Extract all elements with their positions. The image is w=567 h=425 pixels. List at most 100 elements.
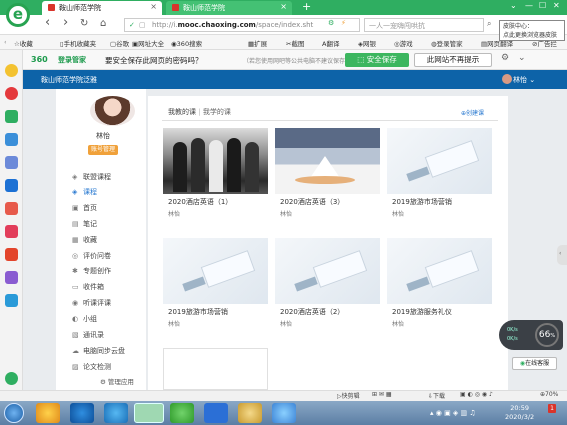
zoom-level[interactable]: ⊕70% — [540, 391, 558, 398]
nav-item-thesis-check[interactable]: ▨ 论文检测 — [72, 362, 111, 372]
toolbar-games[interactable]: ◎游戏 — [394, 38, 413, 48]
course-card[interactable]: 2019旅游市场营销 林怡 — [387, 128, 492, 223]
maximize-button[interactable]: ☐ — [539, 1, 546, 10]
mail-icon[interactable] — [5, 110, 18, 123]
course-title[interactable]: 2019旅游服务礼仪 — [392, 307, 452, 317]
pay-icon[interactable] — [5, 294, 18, 307]
user-avatar-small[interactable] — [502, 74, 512, 84]
gear-icon[interactable]: ⚙ — [501, 53, 509, 63]
course-title[interactable]: 2020酒店英语（1） — [168, 197, 232, 207]
search-input[interactable]: 一人一宠嗨闯哄抗 — [364, 18, 484, 32]
bookmark-google[interactable]: ▢谷歌 — [110, 38, 129, 48]
speed-icon[interactable]: ⚙ — [328, 19, 334, 27]
tab-2[interactable]: 鞍山师范学院 × — [166, 1, 292, 15]
taskbar-word-icon[interactable] — [204, 403, 228, 423]
secure-save-button[interactable]: ⬚ 安全保存 — [345, 53, 409, 67]
never-prompt-button[interactable]: 此网站不再提示 — [414, 53, 492, 67]
taskbar-cloud-icon[interactable] — [272, 403, 296, 423]
bookmark-url-directory[interactable]: ▣网址大全 — [132, 38, 164, 48]
notification-badge[interactable]: 1 — [548, 404, 556, 413]
course-card[interactable]: 2020酒店英语（1） 林怡 — [163, 128, 268, 223]
star-icon[interactable] — [5, 64, 18, 77]
nav-item-contacts[interactable]: ▧ 通讯录 — [72, 330, 104, 340]
course-title[interactable]: 2020酒店英语（2） — [280, 307, 344, 317]
collapse-handle[interactable]: ‹ — [557, 245, 567, 265]
tab-close-icon[interactable]: × — [150, 2, 157, 11]
tab-close-icon[interactable]: × — [280, 2, 287, 11]
nav-item-topic-creation[interactable]: ✱ 专题创作 — [72, 266, 111, 276]
user-menu[interactable]: 林怡 ⌄ — [513, 75, 535, 85]
toolbar-extensions[interactable]: ▦扩展 — [248, 38, 267, 48]
taskbar-app-icon[interactable] — [36, 403, 60, 423]
status-tools[interactable]: ▣ ◐ ◎ ◉ ♪ — [460, 391, 493, 398]
course-card[interactable]: 2020酒店英语（3） 林怡 — [275, 128, 380, 223]
toolbar-translate[interactable]: A翻译 — [322, 38, 339, 48]
tab-my-teaching[interactable]: 我教的课 — [168, 108, 196, 116]
tab-1[interactable]: 鞍山师范学院 × — [42, 1, 162, 15]
nav-item-home[interactable]: ▣ 首页 — [72, 203, 97, 213]
nav-item-lesson-review[interactable]: ◉ 听课评课 — [72, 298, 111, 308]
add-course-card[interactable] — [163, 348, 268, 390]
back-button[interactable]: ‹ — [45, 15, 50, 30]
bookmark-favorites[interactable]: ☆收藏 — [14, 38, 33, 48]
nav-item-notes[interactable]: ▤ 笔记 — [72, 219, 97, 229]
game-icon[interactable] — [5, 248, 18, 261]
video-icon[interactable] — [5, 225, 18, 238]
tray-icons[interactable]: ▴ ◉ ▣ ◈ ▥ ♫ — [430, 409, 476, 417]
tab-my-learning[interactable]: 我学的课 — [203, 108, 231, 116]
nav-item-favorites[interactable]: ▦ 收藏 — [72, 235, 97, 245]
taskbar-media-icon[interactable] — [70, 403, 94, 423]
notes-icon[interactable] — [5, 156, 18, 169]
course-title[interactable]: 2020酒店英语（3） — [280, 197, 344, 207]
bookmark-360-search[interactable]: ◉360搜索 — [171, 38, 202, 48]
quick-cut-button[interactable]: ▷快剪辑 — [337, 391, 360, 400]
course-title[interactable]: 2019旅游市场营销 — [392, 197, 452, 207]
download-button[interactable]: ⇩下载 — [428, 391, 445, 400]
forward-button[interactable]: › — [63, 15, 68, 30]
weibo-icon[interactable] — [5, 87, 18, 100]
add-icon[interactable] — [5, 372, 18, 385]
app-icon[interactable] — [5, 202, 18, 215]
nav-item-inbox[interactable]: ▭ 收件箱 — [72, 282, 104, 292]
create-course-button[interactable]: ⊕创建课 — [461, 108, 484, 117]
close-window-button[interactable]: ✕ — [553, 1, 560, 10]
avatar[interactable] — [90, 96, 135, 126]
status-icons[interactable]: ⊞ ✉ ▦ — [372, 391, 392, 398]
taskbar-ie-icon[interactable] — [104, 403, 128, 423]
taskbar-wechat-icon[interactable] — [170, 403, 194, 423]
account-manage-badge[interactable]: 账号管理 — [88, 145, 118, 155]
nav-item-groups[interactable]: ◐ 小组 — [72, 314, 97, 324]
bolt-icon[interactable]: ⚡ — [341, 19, 346, 27]
nav-item-surveys[interactable]: ◎ 评价问卷 — [72, 251, 111, 261]
course-card[interactable]: 2020酒店英语（2） 林怡 — [275, 238, 380, 333]
skin-icon[interactable]: ⌄ — [510, 1, 517, 10]
chat-icon[interactable] — [5, 179, 18, 192]
browser-logo-icon[interactable]: e — [6, 3, 30, 27]
search-icon[interactable]: ⌕ — [487, 19, 491, 29]
network-monitor-widget[interactable]: 0K/s 0K/s 66% — [499, 320, 563, 350]
reload-button[interactable]: ↻ — [80, 18, 88, 29]
nav-item-alliance-courses[interactable]: ◈ 联盟课程 — [72, 172, 111, 182]
manage-apps-button[interactable]: ⚙ 管理应用 — [100, 376, 134, 386]
toolbar-online-bank[interactable]: ◈网银 — [358, 38, 376, 48]
address-bar[interactable]: ✓ ▢ http://i.mooc.chaoxing.com/space/ind… — [124, 18, 360, 32]
course-card[interactable]: 2019旅游服务礼仪 林怡 — [387, 238, 492, 333]
toolbar-screenshot[interactable]: ✂截图 — [286, 38, 304, 48]
online-help-button[interactable]: ◉在线客服 — [512, 357, 557, 370]
toolbar-login-manager[interactable]: ◍登录管家 — [431, 38, 463, 48]
start-button[interactable] — [4, 403, 24, 423]
site-name[interactable]: 鞍山师范学院泛雅 — [41, 75, 97, 85]
nav-item-courses[interactable]: ◈ 课程 — [72, 187, 97, 197]
taskbar-clock[interactable]: 20:59 2020/3/2 — [505, 404, 534, 422]
taskbar-360-browser-icon[interactable] — [134, 403, 164, 423]
course-title[interactable]: 2019旅游市场营销 — [168, 307, 228, 317]
course-card[interactable]: 2019旅游市场营销 林怡 — [163, 238, 268, 333]
home-button[interactable]: ⌂ — [100, 18, 106, 29]
close-icon[interactable]: ⌄ — [518, 53, 526, 63]
bookmark-mobile[interactable]: ▯手机收藏夹 — [60, 38, 96, 48]
taskbar-folder-icon[interactable] — [238, 403, 262, 423]
new-tab-button[interactable]: + — [302, 0, 311, 13]
calendar-icon[interactable] — [5, 133, 18, 146]
music-icon[interactable] — [5, 271, 18, 284]
nav-item-cloud-drive[interactable]: ☁ 电脑同步云盘 — [72, 346, 125, 356]
